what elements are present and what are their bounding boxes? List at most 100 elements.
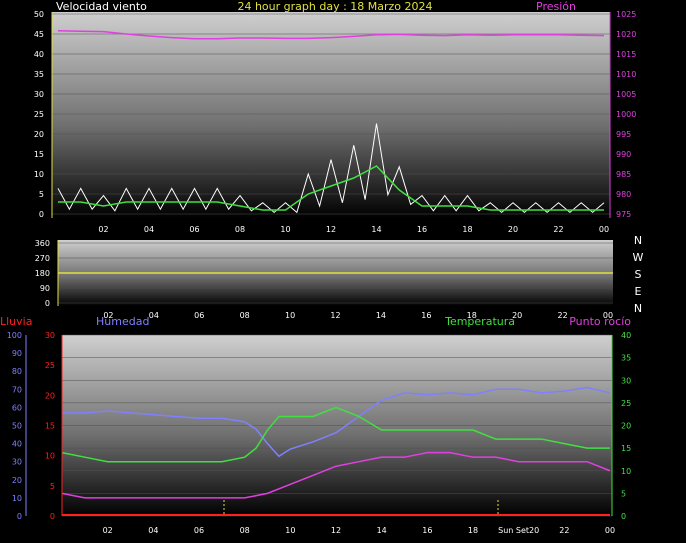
top-x-tick: 04 — [144, 225, 154, 234]
top-x-tick: 20 — [508, 225, 518, 234]
pressure-y-tick: 995 — [616, 130, 631, 139]
temp-y-tick: 30 — [621, 376, 631, 385]
chart-title: 24 hour graph day : 18 Marzo 2024 — [237, 0, 432, 13]
wind-y-tick: 35 — [34, 70, 44, 79]
direction-x-tick: 06 — [194, 311, 204, 320]
humidity-y-tick: 30 — [12, 458, 22, 467]
pressure-y-tick: 1000 — [616, 110, 636, 119]
top-x-tick: 18 — [462, 225, 472, 234]
direction-x-tick: 16 — [421, 311, 431, 320]
humidity-y-tick: 0 — [17, 512, 22, 521]
rain-y-tick: 15 — [45, 422, 55, 431]
bottom-x-tick: 08 — [240, 526, 250, 535]
pressure-y-tick: 1015 — [616, 50, 636, 59]
bottom-x-tick: 00 — [605, 526, 615, 535]
top-x-tick: 16 — [417, 225, 427, 234]
wind-y-tick: 10 — [34, 170, 44, 179]
bottom-x-tick: 18 — [468, 526, 478, 535]
wind-label: Velocidad viento — [56, 0, 147, 13]
pressure-label: Presión — [536, 0, 576, 13]
top-x-tick: 12 — [326, 225, 336, 234]
wind-y-tick: 50 — [34, 10, 44, 19]
temp-y-tick: 10 — [621, 467, 631, 476]
direction-x-tick: 14 — [376, 311, 386, 320]
pressure-y-tick: 985 — [616, 170, 631, 179]
bottom-x-tick: 04 — [148, 526, 158, 535]
compass-label: N — [634, 234, 642, 247]
pressure-y-tick: 1010 — [616, 70, 636, 79]
temp-y-tick: 5 — [621, 489, 626, 498]
bottom-x-tick: 12 — [331, 526, 341, 535]
rain-y-tick: 20 — [45, 391, 55, 400]
temp-y-tick: 35 — [621, 354, 631, 363]
temp-y-tick: 0 — [621, 512, 626, 521]
wind-y-tick: 25 — [34, 110, 44, 119]
top-x-tick: 08 — [235, 225, 245, 234]
direction-y-tick: 0 — [45, 299, 50, 308]
wind-y-tick: 30 — [34, 90, 44, 99]
top-x-tick: 00 — [599, 225, 609, 234]
wind-y-tick: 45 — [34, 30, 44, 39]
bottom-x-tick: 06 — [194, 526, 204, 535]
bottom-x-tick: 22 — [559, 526, 569, 535]
bottom-x-tick: 14 — [377, 526, 387, 535]
temp-y-tick: 20 — [621, 422, 631, 431]
top-x-tick: 22 — [553, 225, 563, 234]
rain-y-tick: 30 — [45, 331, 55, 340]
direction-y-tick: 180 — [35, 269, 50, 278]
compass-label: E — [635, 285, 642, 298]
wind-pressure-plot-area — [52, 12, 610, 218]
wind-y-tick: 5 — [39, 190, 44, 199]
bottom-x-tick: 10 — [285, 526, 295, 535]
bottom-x-tick: Sun Set20 — [498, 526, 539, 535]
temperature-label: Temperatura — [444, 315, 515, 328]
rain-y-tick: 0 — [50, 512, 55, 521]
direction-x-tick: 10 — [285, 311, 295, 320]
humidity-label: Humedad — [96, 315, 149, 328]
top-x-tick: 02 — [98, 225, 108, 234]
temp-y-tick: 15 — [621, 444, 631, 453]
compass-label: S — [635, 268, 642, 281]
wind-y-tick: 0 — [39, 210, 44, 219]
compass-label: W — [633, 251, 644, 264]
rain-y-tick: 25 — [45, 361, 55, 370]
temp-y-tick: 25 — [621, 399, 631, 408]
direction-x-tick: 12 — [330, 311, 340, 320]
humidity-y-tick: 60 — [12, 403, 22, 412]
rain-y-tick: 10 — [45, 452, 55, 461]
pressure-y-tick: 980 — [616, 190, 631, 199]
top-x-tick: 06 — [189, 225, 199, 234]
direction-y-tick: 360 — [35, 239, 50, 248]
humidity-y-tick: 100 — [7, 331, 22, 340]
top-x-tick: 10 — [280, 225, 290, 234]
humidity-y-tick: 70 — [12, 385, 22, 394]
direction-y-tick: 90 — [40, 284, 50, 293]
rain-label: Lluvia — [0, 315, 32, 328]
humidity-y-tick: 40 — [12, 440, 22, 449]
compass-label: N — [634, 302, 642, 315]
humidity-y-tick: 90 — [12, 349, 22, 358]
humidity-y-tick: 80 — [12, 367, 22, 376]
pressure-y-tick: 990 — [616, 150, 631, 159]
pressure-y-tick: 1020 — [616, 30, 636, 39]
direction-y-tick: 270 — [35, 254, 50, 263]
pressure-y-tick: 975 — [616, 210, 631, 219]
humidity-y-tick: 20 — [12, 476, 22, 485]
direction-x-tick: 08 — [240, 311, 250, 320]
pressure-y-tick: 1005 — [616, 90, 636, 99]
bottom-x-tick: 02 — [103, 526, 113, 535]
temp-y-tick: 40 — [621, 331, 631, 340]
direction-x-tick: 04 — [149, 311, 159, 320]
bottom-x-tick: 16 — [422, 526, 432, 535]
humidity-y-tick: 50 — [12, 422, 22, 431]
direction-x-tick: 22 — [557, 311, 567, 320]
dew-point-label: Punto rocío — [569, 315, 631, 328]
wind-y-tick: 15 — [34, 150, 44, 159]
pressure-y-tick: 1025 — [616, 10, 636, 19]
wind-y-tick: 40 — [34, 50, 44, 59]
top-x-tick: 14 — [371, 225, 381, 234]
wind-y-tick: 20 — [34, 130, 44, 139]
humidity-y-tick: 10 — [12, 494, 22, 503]
rain-y-tick: 5 — [50, 482, 55, 491]
weather-chart: Velocidad viento 24 hour graph day : 18 … — [0, 0, 644, 535]
